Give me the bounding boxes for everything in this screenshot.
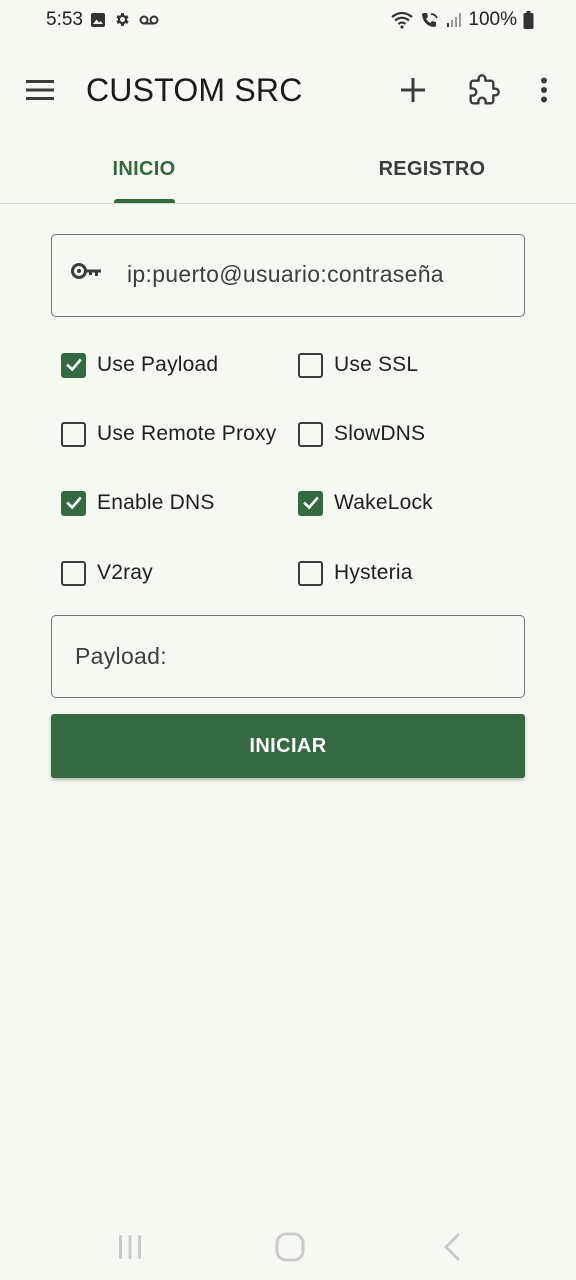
slowdns-label: SlowDNS bbox=[334, 422, 426, 445]
iniciar-button[interactable]: INICIAR bbox=[51, 714, 525, 778]
hysteria-checkbox[interactable]: Hysteria bbox=[298, 555, 413, 591]
more-options-button[interactable] bbox=[524, 70, 564, 110]
system-nav-bar bbox=[0, 1222, 576, 1272]
wakelock-checkbox[interactable]: WakeLock bbox=[298, 485, 433, 521]
tab-indicator bbox=[114, 199, 175, 203]
tab-inicio[interactable]: INICIO bbox=[0, 140, 288, 204]
checkmark-icon bbox=[65, 496, 82, 510]
enable-dns-checkbox[interactable]: Enable DNS bbox=[61, 485, 215, 521]
back-button[interactable] bbox=[432, 1230, 472, 1264]
use-ssl-checkbox[interactable]: Use SSL bbox=[298, 347, 418, 383]
status-time: 5:53 bbox=[46, 9, 83, 30]
checkbox-box[interactable] bbox=[298, 490, 323, 516]
use-ssl-label: Use SSL bbox=[334, 353, 419, 376]
v2ray-label: V2ray bbox=[97, 561, 153, 584]
checkbox-box[interactable] bbox=[61, 421, 86, 447]
checkbox-box[interactable] bbox=[61, 352, 86, 378]
signal-icon bbox=[447, 13, 462, 27]
v2ray-checkbox[interactable]: V2ray bbox=[61, 555, 153, 591]
wifi-icon bbox=[391, 11, 414, 29]
checkbox-box[interactable] bbox=[298, 560, 323, 586]
use-remote-proxy-checkbox[interactable]: Use Remote Proxy bbox=[61, 416, 276, 452]
key-icon bbox=[71, 263, 101, 279]
home-button[interactable] bbox=[270, 1230, 310, 1264]
tab-registro[interactable]: REGISTRO bbox=[288, 140, 576, 204]
more-vert-icon bbox=[541, 77, 547, 103]
recent-apps-button[interactable] bbox=[110, 1230, 150, 1264]
use-payload-label: Use Payload bbox=[97, 353, 219, 376]
plugins-button[interactable] bbox=[464, 70, 504, 110]
server-input[interactable]: ip:puerto@usuario:contraseña bbox=[51, 234, 525, 317]
tab-bar: INICIO REGISTRO bbox=[0, 140, 576, 204]
image-icon bbox=[91, 12, 105, 27]
hysteria-label: Hysteria bbox=[334, 561, 413, 584]
server-input-value: ip:puerto@usuario:contraseña bbox=[127, 261, 444, 287]
app-bar: CUSTOM SRC bbox=[0, 58, 576, 124]
checkbox-box[interactable] bbox=[61, 490, 86, 516]
checkbox-box[interactable] bbox=[61, 560, 86, 586]
checkbox-box[interactable] bbox=[298, 421, 323, 447]
use-payload-checkbox[interactable]: Use Payload bbox=[61, 347, 218, 383]
checkmark-icon bbox=[302, 496, 319, 510]
wifi-calling-icon bbox=[422, 13, 439, 27]
status-bar: 5:53 100% bbox=[0, 0, 576, 40]
battery-text: 100% bbox=[468, 9, 517, 30]
recent-apps-icon bbox=[119, 1235, 141, 1259]
gear-icon bbox=[116, 13, 129, 26]
back-icon bbox=[444, 1233, 460, 1261]
checkmark-icon bbox=[65, 358, 82, 372]
puzzle-icon bbox=[469, 74, 500, 105]
hamburger-menu-icon bbox=[26, 80, 54, 100]
payload-input[interactable]: Payload: bbox=[51, 615, 525, 698]
add-button[interactable] bbox=[393, 70, 433, 110]
app-title: CUSTOM SRC bbox=[86, 72, 303, 108]
add-icon bbox=[401, 78, 425, 102]
enable-dns-label: Enable DNS bbox=[97, 491, 215, 514]
menu-button[interactable] bbox=[22, 72, 58, 108]
checkbox-box[interactable] bbox=[298, 352, 323, 378]
voicemail-icon bbox=[139, 15, 159, 24]
battery-icon bbox=[523, 11, 534, 29]
home-icon bbox=[275, 1232, 305, 1262]
use-remote-proxy-label: Use Remote Proxy bbox=[97, 422, 277, 445]
slowdns-checkbox[interactable]: SlowDNS bbox=[298, 416, 425, 452]
payload-input-label: Payload: bbox=[75, 643, 167, 669]
wakelock-label: WakeLock bbox=[334, 491, 433, 514]
